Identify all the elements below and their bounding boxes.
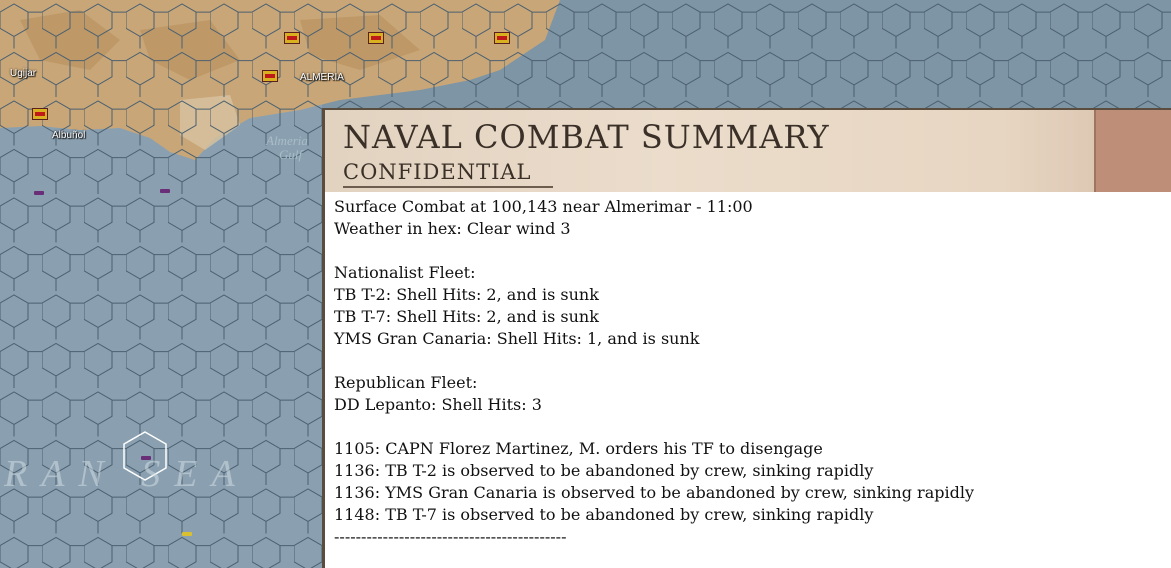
report-line: Nationalist Fleet: bbox=[334, 263, 476, 282]
report-line: Surface Combat at 100,143 near Almerimar… bbox=[334, 197, 753, 216]
summary-title: NAVAL COMBAT SUMMARY bbox=[343, 118, 830, 156]
summary-banner: NAVAL COMBAT SUMMARY CONFIDENTIAL bbox=[325, 110, 1171, 192]
unit-counter[interactable] bbox=[284, 32, 300, 44]
report-line: DD Lepanto: Shell Hits: 3 bbox=[334, 395, 542, 414]
banner-edge-decoration bbox=[1094, 110, 1171, 192]
town-label-albunol: Albuñol bbox=[52, 130, 86, 141]
combat-report-text: Surface Combat at 100,143 near Almerimar… bbox=[334, 196, 974, 548]
gulf-label-line2: Gulf bbox=[279, 147, 303, 162]
unit-counter[interactable] bbox=[494, 32, 510, 44]
naval-combat-summary-window[interactable]: NAVAL COMBAT SUMMARY CONFIDENTIAL Surfac… bbox=[322, 108, 1171, 568]
unit-counter[interactable] bbox=[32, 108, 48, 120]
town-label-ugijar: Ugijar bbox=[10, 68, 37, 79]
unit-counter[interactable] bbox=[262, 70, 278, 82]
report-line: Weather in hex: Clear wind 3 bbox=[334, 219, 571, 238]
report-line: 1148: TB T-7 is observed to be abandoned… bbox=[334, 505, 874, 524]
gulf-label-line1: Almeria bbox=[266, 133, 308, 148]
ship-marker[interactable] bbox=[34, 191, 44, 195]
report-line: TB T-2: Shell Hits: 2, and is sunk bbox=[334, 285, 599, 304]
report-line: 1136: TB T-2 is observed to be abandoned… bbox=[334, 461, 874, 480]
report-line: Republican Fleet: bbox=[334, 373, 478, 392]
report-line: TB T-7: Shell Hits: 2, and is sunk bbox=[334, 307, 599, 326]
unit-counter[interactable] bbox=[368, 32, 384, 44]
report-line: YMS Gran Canaria: Shell Hits: 1, and is … bbox=[334, 329, 700, 348]
report-line: 1105: CAPN Florez Martinez, M. orders hi… bbox=[334, 439, 823, 458]
report-line: 1136: YMS Gran Canaria is observed to be… bbox=[334, 483, 974, 502]
ship-marker[interactable] bbox=[160, 189, 170, 193]
sea-label: RAN SEA bbox=[4, 453, 249, 495]
subtitle-underline bbox=[343, 186, 553, 188]
town-label-almeria: ALMERIA bbox=[300, 72, 344, 83]
ship-marker[interactable] bbox=[141, 456, 151, 460]
ship-marker[interactable] bbox=[182, 532, 192, 536]
summary-subtitle: CONFIDENTIAL bbox=[343, 160, 532, 184]
report-separator: ----------------------------------------… bbox=[334, 527, 567, 546]
